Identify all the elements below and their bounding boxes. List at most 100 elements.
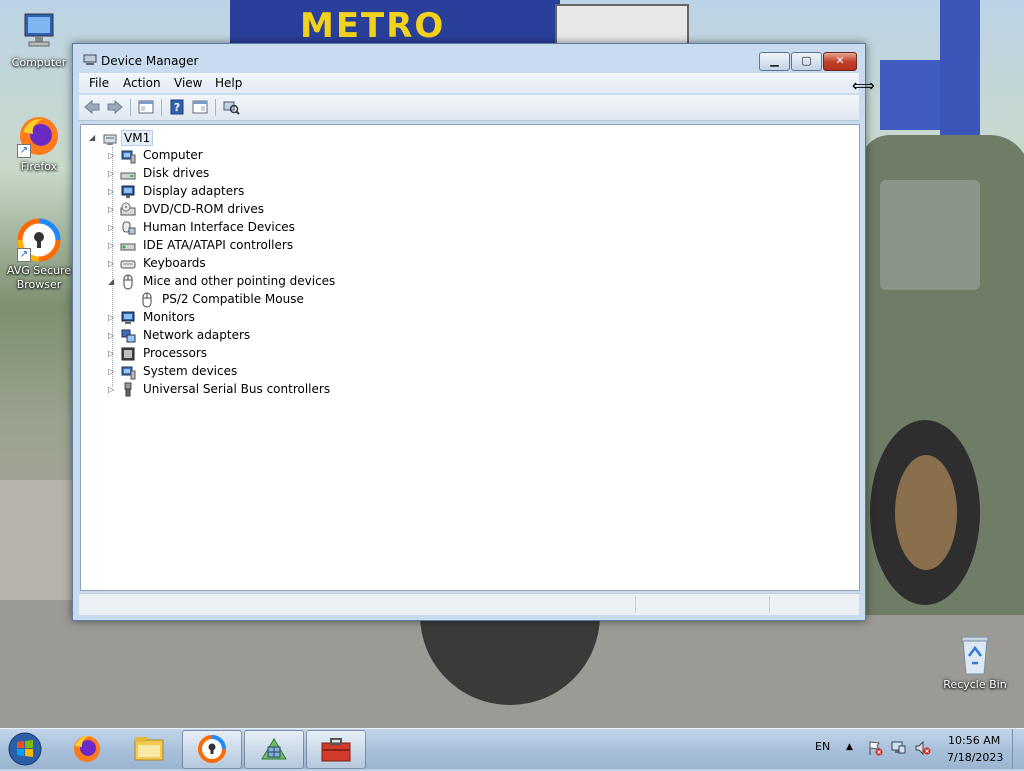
desktop-icon-label: Firefox xyxy=(20,160,58,173)
menu-action[interactable]: Action xyxy=(123,76,161,90)
expand-arrow-icon[interactable]: ▷ xyxy=(108,331,116,341)
monitor-icon xyxy=(120,310,136,326)
expand-arrow-icon[interactable]: ▷ xyxy=(108,349,116,359)
maximize-button[interactable]: ▢ xyxy=(791,52,822,71)
firefox-icon xyxy=(74,736,100,762)
computer-icon xyxy=(102,130,118,146)
device-tree: ◢ VM1 ▷ Computer ▷ Disk drives ▷ Display adap… xyxy=(80,124,860,591)
taskbar-firefox[interactable] xyxy=(58,730,116,767)
title-bar[interactable]: Device Manager ▁ ▢ ✕ xyxy=(73,44,865,74)
hid-icon xyxy=(120,220,136,236)
tree-item-label: PS/2 Compatible Mouse xyxy=(162,292,304,306)
expand-arrow-icon[interactable]: ▷ xyxy=(108,205,116,215)
show-desktop-button[interactable] xyxy=(1012,729,1024,769)
volume-muted-icon[interactable] xyxy=(914,740,932,756)
menu-help[interactable]: Help xyxy=(215,76,242,90)
console-tree-icon xyxy=(138,100,154,114)
background-scenery xyxy=(880,180,980,290)
tree-root-label: VM1 xyxy=(121,130,154,146)
shortcut-arrow-icon: ↗ xyxy=(17,248,31,262)
background-scenery xyxy=(940,0,980,140)
toolbox-app-icon xyxy=(321,738,351,762)
tree-item-label: Disk drives xyxy=(143,166,210,180)
taskbar-avg-browser[interactable] xyxy=(182,730,242,769)
clock-date[interactable]: 7/18/2023 xyxy=(947,751,1003,764)
collapse-arrow-icon[interactable]: ◢ xyxy=(108,277,116,287)
show-hide-console-tree-button[interactable] xyxy=(137,99,155,115)
help-icon: ? xyxy=(170,99,184,115)
tree-item-label: Keyboards xyxy=(143,256,206,270)
tree-item-label: System devices xyxy=(143,364,238,378)
menu-view[interactable]: View xyxy=(174,76,202,90)
background-scenery xyxy=(880,60,940,130)
windows-orb-icon xyxy=(8,732,42,766)
disk-drive-icon xyxy=(120,166,136,182)
tree-item-label: Computer xyxy=(143,148,203,162)
desktop-icon-label: Computer xyxy=(11,56,67,69)
forward-arrow-icon xyxy=(107,99,123,115)
keyboard-icon xyxy=(120,256,136,272)
device-manager-window: Device Manager ▁ ▢ ✕ File Action View He… xyxy=(72,43,866,621)
expand-arrow-icon[interactable]: ▷ xyxy=(108,223,116,233)
expand-arrow-icon[interactable]: ▷ xyxy=(108,241,116,251)
tree-item-label: DVD/CD-ROM drives xyxy=(143,202,265,216)
taskbar-file-explorer[interactable] xyxy=(120,730,178,767)
tree-item-label: Network adapters xyxy=(143,328,251,342)
back-button[interactable] xyxy=(83,99,101,115)
help-button[interactable]: ? xyxy=(168,99,186,115)
minimize-button[interactable]: ▁ xyxy=(759,52,790,71)
collapse-arrow-icon[interactable]: ◢ xyxy=(89,133,97,143)
taskbar: EN ▲ 10:56 AM 7/18/2023 xyxy=(0,728,1024,769)
tree-item-label: IDE ATA/ATAPI controllers xyxy=(143,238,294,252)
taskbar-toolbox-app[interactable] xyxy=(306,730,366,769)
computer-icon xyxy=(120,148,136,164)
expand-arrow-icon[interactable]: ▷ xyxy=(108,187,116,197)
mouse-icon xyxy=(120,274,136,290)
desktop-icon-label: AVG Secure Browser xyxy=(6,264,72,291)
forward-button[interactable] xyxy=(106,99,124,115)
show-action-pane-button[interactable] xyxy=(191,99,209,115)
expand-arrow-icon[interactable]: ▷ xyxy=(108,169,116,179)
clock-time[interactable]: 10:56 AM xyxy=(948,734,1000,747)
expand-arrow-icon[interactable]: ▷ xyxy=(108,151,116,161)
background-scenery: METRO xyxy=(300,6,446,46)
maximize-icon: ▢ xyxy=(801,54,812,67)
desktop-icon-firefox[interactable]: ↗ Firefox xyxy=(1,114,77,174)
toolbar-separator xyxy=(215,99,216,116)
desktop-icon-computer[interactable]: Computer xyxy=(1,10,77,70)
recycle-bin-icon xyxy=(953,632,997,676)
svg-text:?: ? xyxy=(174,101,180,114)
status-pane xyxy=(635,596,768,613)
status-bar xyxy=(79,593,859,615)
scan-hardware-changes-button[interactable] xyxy=(222,99,240,115)
close-button[interactable]: ✕ xyxy=(823,52,857,71)
desktop-icon-recycle-bin[interactable]: Recycle Bin xyxy=(937,632,1013,692)
dvd-drive-icon xyxy=(120,202,136,218)
expand-arrow-icon[interactable]: ▷ xyxy=(108,385,116,395)
network-status-icon[interactable] xyxy=(890,740,908,756)
shortcut-arrow-icon: ↗ xyxy=(17,144,31,158)
expand-arrow-icon[interactable]: ▷ xyxy=(108,313,116,323)
menu-file[interactable]: File xyxy=(89,76,109,90)
tree-item-label: Monitors xyxy=(143,310,195,324)
device-manager-icon xyxy=(83,54,97,66)
language-indicator[interactable]: EN xyxy=(815,740,830,753)
expand-arrow-icon[interactable]: ▷ xyxy=(108,259,116,269)
ide-controller-icon xyxy=(120,238,136,254)
network-adapter-icon xyxy=(120,328,136,344)
toolbar-separator xyxy=(130,99,131,116)
mouse-icon xyxy=(139,292,155,308)
processor-icon xyxy=(120,346,136,362)
toolbar-separator xyxy=(161,99,162,116)
desktop-icon-avg-secure-browser[interactable]: ↗ AVG Secure Browser xyxy=(1,218,77,292)
expand-arrow-icon[interactable]: ▷ xyxy=(108,367,116,377)
start-button[interactable] xyxy=(5,731,45,767)
window-title: Device Manager xyxy=(101,54,199,68)
show-hidden-icons-chevron-icon[interactable]: ▲ xyxy=(846,742,853,752)
display-adapter-icon xyxy=(120,184,136,200)
usb-icon xyxy=(120,382,136,398)
action-center-flag-icon[interactable] xyxy=(866,740,884,756)
background-scenery xyxy=(895,455,957,570)
taskbar-network-app[interactable] xyxy=(244,730,304,769)
back-arrow-icon xyxy=(84,99,100,115)
